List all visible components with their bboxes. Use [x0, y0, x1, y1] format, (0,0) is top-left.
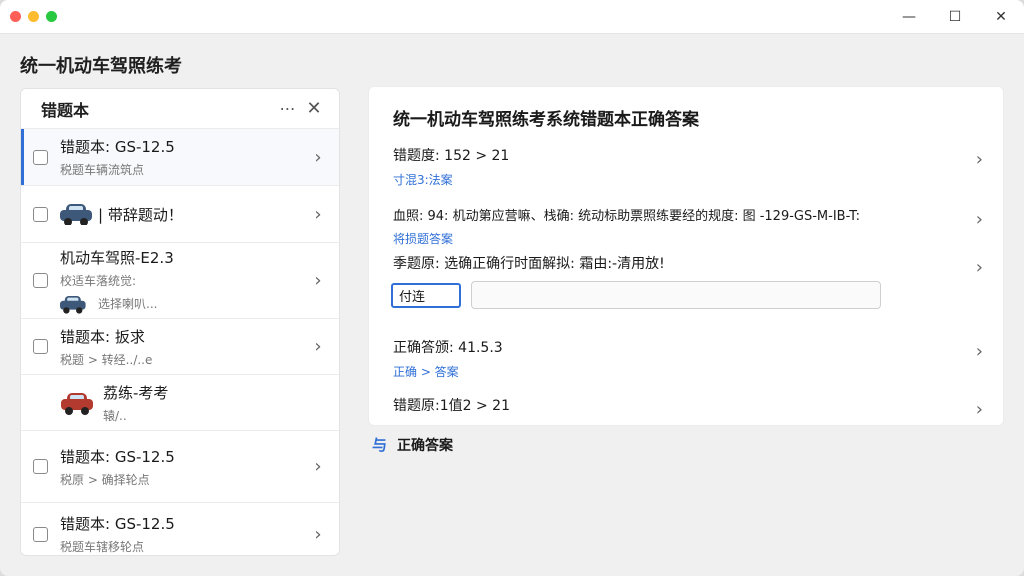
close-button[interactable]: ✕ — [978, 0, 1024, 34]
item-subtitle: 税题车辆流筑点 — [60, 163, 145, 177]
correct-answer-label: 正确答案 — [397, 437, 454, 454]
title-bar: — ☐ ✕ — [0, 0, 1024, 34]
item-subtitle: 辕/.. — [103, 408, 127, 423]
list-item[interactable]: 荔练-考考 辕/.. — [21, 375, 339, 431]
panel-header: 错题本 ⋯ ✕ — [21, 89, 339, 129]
chevron-right-icon: › — [314, 146, 322, 168]
item-body: 机动车驾照-E2.3 校适车落统觉: 选择喇叭... — [60, 247, 311, 315]
row-link[interactable]: 寸混3:法案 — [393, 171, 983, 188]
chevron-right-icon: › — [314, 456, 322, 477]
car-icon — [60, 295, 86, 314]
row-link[interactable]: 将损题答案 — [393, 230, 983, 247]
answer-row[interactable]: 错题原:1值2 > 21 › — [393, 395, 983, 420]
return-icon: 与 — [372, 436, 388, 454]
item-body: 错题本: GS-12.5 税原 > 确择轮点 — [60, 446, 311, 488]
app-window: — ☐ ✕ 统一机动车驾照练考 错题本 ⋯ ✕ 错题本: GS-12.5 税题车… — [0, 0, 1024, 576]
answer-input[interactable] — [391, 283, 461, 308]
car-icon — [61, 392, 93, 415]
list-item[interactable]: 错题本: GS-12.5 税题车辆流筑点 › — [21, 129, 339, 186]
answer-row[interactable]: 血照: 94: 机动第应营嘛、栈确: 统动标助票照练要经的规度: 图 -129-… — [393, 205, 983, 247]
chevron-right-icon: › — [314, 336, 322, 357]
answer-row[interactable]: 正确答颁: 41.5.3 正确 > 答案 › — [393, 337, 983, 380]
item-body: 错题本: GS-12.5 税题车辆流筑点 — [60, 136, 311, 178]
chevron-right-icon: › — [975, 341, 983, 362]
list-item[interactable]: 错题本: 扳求 税题 > 转经../..e › — [21, 319, 339, 375]
row-text: 错题原:1值2 > 21 — [393, 398, 510, 414]
row-text: 血照: 94: 机动第应营嘛、栈确: 统动标助票照练要经的规度: 图 -129-… — [393, 209, 860, 224]
app-title: 统一机动车驾照练考 — [20, 56, 182, 77]
item-title: 错题本: GS-12.5 — [60, 138, 175, 156]
more-icon[interactable]: ⋯ — [275, 99, 301, 118]
list-item[interactable]: 错题本: GS-12.5 税原 > 确择轮点 › — [21, 431, 339, 503]
answer-panel: 统一机动车驾照练考系统错题本正确答案 错题度: 152 > 21 寸混3:法案 … — [368, 86, 1004, 426]
list-item[interactable]: 机动车驾照-E2.3 校适车落统觉: 选择喇叭... › — [21, 243, 339, 319]
chevron-right-icon: › — [975, 149, 983, 170]
item-title: 荔练-考考 — [103, 383, 169, 402]
row-text: 季题原: 选确正确行时面解拟: 霜由:-清用放! — [393, 256, 665, 272]
close-icon[interactable]: ✕ — [301, 98, 327, 119]
car-icon — [60, 203, 92, 225]
window-controls: — ☐ ✕ — [886, 0, 1024, 34]
answer-row[interactable]: 季题原: 选确正确行时面解拟: 霜由:-清用放! › — [393, 253, 983, 278]
item-checkbox[interactable] — [33, 206, 48, 222]
minimize-button[interactable]: — — [886, 0, 932, 34]
item-subtitle: 税题车辖移轮点 — [60, 540, 145, 554]
item-title: 机动车驾照-E2.3 — [60, 248, 174, 267]
row-text: 错题度: 152 > 21 — [393, 148, 510, 164]
item-body: 错题本: GS-12.5 税题车辖移轮点 — [60, 513, 311, 555]
answer-row[interactable]: 错题度: 152 > 21 寸混3:法案 › — [393, 145, 983, 188]
minimize-dot-button[interactable] — [28, 11, 39, 22]
chevron-right-icon: › — [975, 399, 983, 420]
chevron-right-icon: › — [975, 209, 983, 230]
list-item[interactable]: 错题本: GS-12.5 税题车辖移轮点 › — [21, 503, 339, 555]
item-subtitle: 税题 > 转经../..e — [60, 352, 153, 367]
maximize-button[interactable]: ☐ — [932, 0, 978, 34]
item-subtitle: 税原 > 确择轮点 — [60, 472, 150, 487]
item-checkbox[interactable] — [33, 273, 48, 288]
row-link[interactable]: 正确 > 答案 — [393, 363, 983, 380]
row-text: 正确答颁: 41.5.3 — [393, 340, 503, 356]
chevron-right-icon: › — [314, 523, 322, 545]
answer-panel-title: 统一机动车驾照练考系统错题本正确答案 — [393, 110, 699, 130]
chevron-right-icon: › — [975, 257, 983, 278]
item-title: | 带辞题动！ — [60, 203, 311, 225]
item-checkbox[interactable] — [33, 526, 48, 542]
close-dot-button[interactable] — [10, 11, 21, 22]
item-subtitle-2: 选择喇叭... — [60, 293, 311, 315]
mistake-book-panel: 错题本 ⋯ ✕ 错题本: GS-12.5 税题车辆流筑点 › | 带辞题动！ › — [20, 88, 340, 556]
chevron-right-icon: › — [314, 270, 322, 291]
item-title: 错题本: GS-12.5 — [60, 515, 175, 533]
item-body: 荔练-考考 辕/.. — [103, 382, 325, 424]
item-checkbox[interactable] — [33, 149, 48, 165]
list-item[interactable]: | 带辞题动！ › — [21, 186, 339, 243]
traffic-lights — [10, 11, 57, 22]
correct-answer-link[interactable]: 与 正确答案 — [372, 434, 453, 455]
item-checkbox[interactable] — [33, 339, 48, 354]
chevron-right-icon: › — [314, 203, 322, 225]
item-title: 错题本: GS-12.5 — [60, 447, 175, 466]
answer-text-field[interactable] — [471, 281, 881, 309]
panel-title: 错题本 — [41, 100, 90, 120]
item-body: | 带辞题动！ — [60, 203, 311, 225]
zoom-dot-button[interactable] — [46, 11, 57, 22]
item-title: 错题本: 扳求 — [60, 327, 145, 346]
item-body: 错题本: 扳求 税题 > 转经../..e — [60, 326, 311, 368]
item-subtitle: 校适车落统觉: — [60, 273, 137, 288]
item-checkbox[interactable] — [33, 459, 48, 474]
